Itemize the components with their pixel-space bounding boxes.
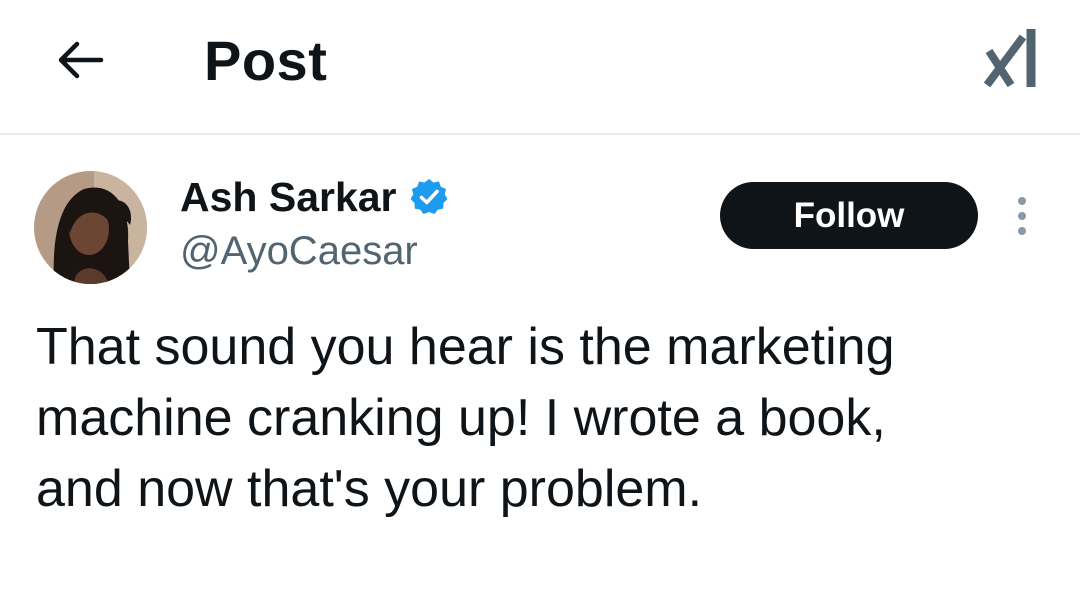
author-profile-photo (34, 171, 147, 284)
grok-icon (983, 29, 1036, 88)
author-name-row: Ash Sarkar (180, 170, 449, 224)
grok-button[interactable] (980, 24, 1044, 92)
post-text: That sound you hear is the marketing mac… (36, 318, 895, 518)
author-handle[interactable]: @AyoCaesar (180, 226, 418, 276)
top-bar: Post (0, 0, 1080, 135)
back-button[interactable] (48, 32, 112, 88)
follow-button[interactable]: Follow (720, 182, 978, 249)
author-name[interactable]: Ash Sarkar (180, 170, 397, 224)
more-options-button[interactable] (1005, 194, 1039, 238)
arrow-left-icon (58, 41, 104, 79)
avatar[interactable] (34, 171, 147, 284)
page-title: Post (204, 29, 328, 92)
verified-badge-icon (409, 177, 449, 217)
more-vertical-icon (1018, 197, 1026, 235)
